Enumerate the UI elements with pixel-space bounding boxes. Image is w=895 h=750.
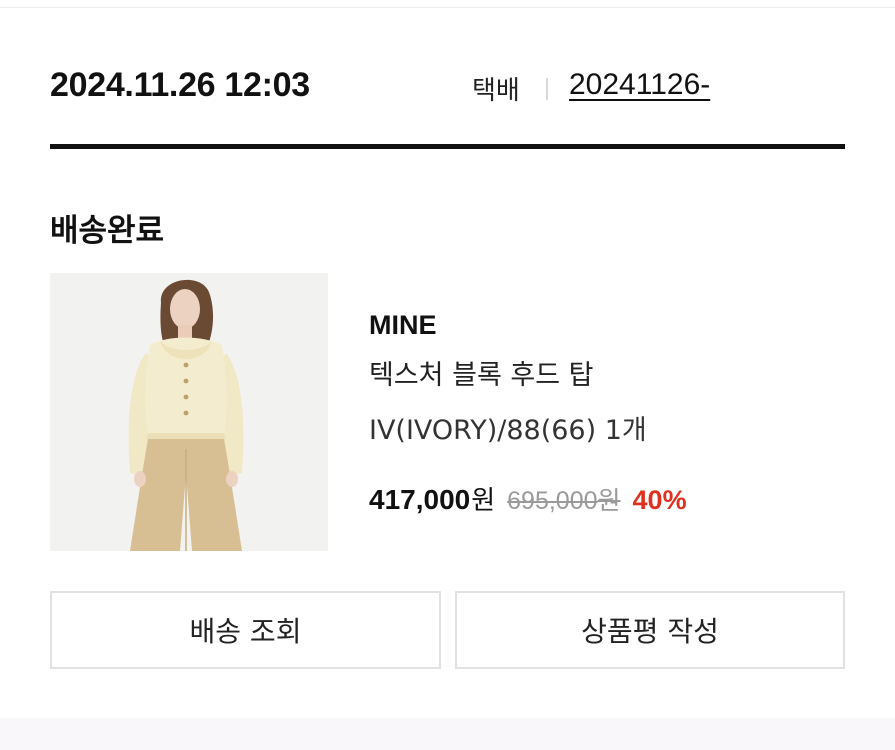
delivery-status: 배송완료 (50, 213, 165, 249)
original-price-value: 695,000 (507, 487, 598, 515)
bottom-band (0, 718, 895, 750)
product-name[interactable]: 텍스처 블록 후드 탑 (369, 353, 593, 392)
product-thumbnail[interactable] (50, 273, 328, 551)
price-row: 417,000 원 695,000원 40% (369, 480, 687, 517)
original-price: 695,000원 (507, 481, 620, 517)
tracking-number-link[interactable]: 20241126- (569, 68, 710, 102)
discount-rate: 40% (632, 485, 687, 515)
masked-tracking-suffix (728, 66, 788, 108)
header-divider (50, 144, 845, 149)
sale-price-unit: 원 (471, 486, 496, 516)
carrier-label: 택배 (472, 76, 520, 106)
model-photo (50, 273, 328, 551)
write-review-button[interactable]: 상품평 작성 (455, 591, 845, 669)
product-option: IV(IVORY)/88(66) 1개 (369, 415, 647, 446)
order-datetime: 2024.11.26 12:03 (50, 66, 310, 104)
original-price-unit: 원 (597, 486, 621, 515)
sale-price: 417,000 (369, 484, 471, 515)
track-delivery-button[interactable]: 배송 조회 (50, 591, 441, 669)
top-divider (0, 7, 895, 8)
carrier-separator (546, 78, 548, 100)
product-brand: MINE (369, 310, 437, 340)
